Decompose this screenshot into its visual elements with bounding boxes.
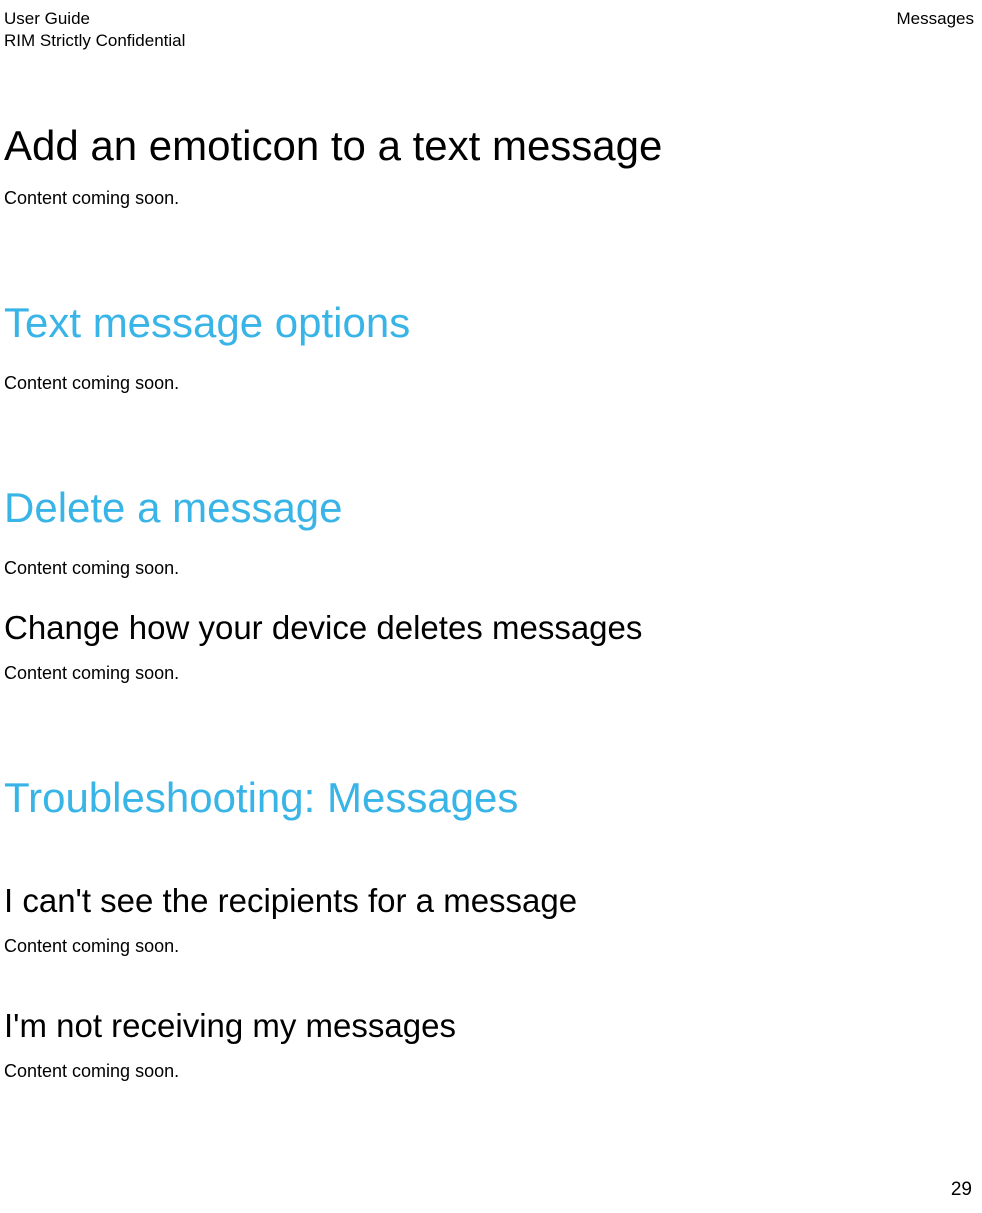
section-delete-message: Delete a message Content coming soon. Ch…	[4, 484, 974, 684]
body-add-emoticon: Content coming soon.	[4, 188, 974, 209]
heading-cant-see-recipients: I can't see the recipients for a message	[4, 882, 974, 920]
heading-text-options: Text message options	[4, 299, 974, 347]
heading-delete-message: Delete a message	[4, 484, 974, 532]
heading-not-receiving: I'm not receiving my messages	[4, 1007, 974, 1045]
body-delete-message: Content coming soon.	[4, 558, 974, 579]
heading-change-delete: Change how your device deletes messages	[4, 609, 974, 647]
section-add-emoticon: Add an emoticon to a text message Conten…	[4, 122, 974, 209]
body-cant-see-recipients: Content coming soon.	[4, 936, 974, 957]
page-number: 29	[951, 1179, 972, 1201]
section-text-options: Text message options Content coming soon…	[4, 299, 974, 394]
header-section: Messages	[897, 8, 974, 30]
body-not-receiving: Content coming soon.	[4, 1061, 974, 1082]
heading-add-emoticon: Add an emoticon to a text message	[4, 122, 974, 170]
header-title: User Guide	[4, 8, 185, 30]
header-confidential: RIM Strictly Confidential	[4, 30, 185, 52]
body-change-delete: Content coming soon.	[4, 663, 974, 684]
section-troubleshooting: Troubleshooting: Messages I can't see th…	[4, 774, 974, 1082]
page-header: User Guide RIM Strictly Confidential Mes…	[4, 8, 974, 52]
heading-troubleshooting: Troubleshooting: Messages	[4, 774, 974, 822]
body-text-options: Content coming soon.	[4, 373, 974, 394]
